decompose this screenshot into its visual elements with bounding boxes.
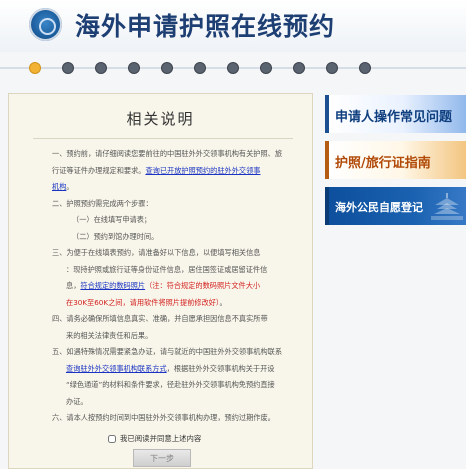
notice-text: “绿色通道”的材料和条件要求，径赴驻外外交领事机构免预约直接 — [66, 380, 275, 389]
notice-panel: 相关说明 一、预约前，请仔细阅读您要前往的中国驻外外交领事机构有关护照、旅 行证等… — [8, 93, 313, 469]
citizen-registration-button[interactable]: 海外公民自愿登记 — [325, 187, 466, 225]
notice-item: 一、预约前，请仔细阅读您要前往的中国驻外外交领事机构有关护照、旅 行证等证件办理规… — [52, 146, 302, 196]
agree-checkbox-row[interactable]: 我已阅读并同意上述内容 — [108, 433, 201, 444]
notice-text: 。 — [66, 182, 74, 191]
notice-text: 五、如遇特殊情况需要紧急办证，请与就近的中国驻外外交领事机构联系 — [52, 347, 283, 356]
step-dot-6 — [194, 62, 206, 74]
notice-link[interactable]: 查询已开放护照预约的驻外外交领事 — [145, 166, 260, 175]
notice-item: 四、请务必确保所填信息真实、准确，并自愿承担因信息不真实所带来的相关法律责任和后… — [52, 311, 302, 344]
step-dot-3 — [95, 62, 107, 74]
notice-title: 相关说明 — [126, 110, 195, 128]
step-dot-11 — [359, 62, 371, 74]
notice-link[interactable]: 符合规定的数码照片 — [80, 281, 145, 290]
title-divider — [33, 138, 293, 139]
notice-item: 六、请本人按预约时间到中国驻外外交领事机构办理，预约过期作废。 — [52, 410, 302, 427]
notice-link[interactable]: 机构 — [52, 182, 66, 191]
notice-line: 办证。 — [52, 394, 302, 411]
notice-item: 二、护照预约需完成两个步骤： （一）在线填写申请表； （二）预约到馆办理时间。 — [52, 196, 302, 246]
step-dot-5 — [161, 62, 173, 74]
notice-line: （一）在线填写申请表； — [52, 212, 302, 229]
notice-warning-text: （注：符合规定的数码照片文件大小 — [145, 281, 261, 290]
notice-text: 。 — [219, 297, 227, 307]
notice-line: 四、请务必确保所填信息真实、准确，并自愿承担因信息不真实所带 — [52, 311, 302, 328]
faq-button[interactable]: 申请人操作常见问题 — [325, 95, 466, 133]
notice-line: 一、预约前，请仔细阅读您要前往的中国驻外外交领事机构有关护照、旅 — [52, 146, 302, 163]
notice-warning-text: 在30K至60K之间，请用软件将照片提前修改好） — [66, 297, 220, 307]
step-dot-4 — [128, 62, 140, 74]
temple-of-heaven-icon — [431, 193, 463, 220]
notice-text: ：现持护照或旅行证等身份证件信息，居住国签证或居留证件信 — [66, 264, 268, 274]
notice-text: ，根据驻外外交领事机构关于开设 — [166, 363, 275, 373]
step-dot-7 — [227, 62, 239, 74]
notice-text: 一、预约前，请仔细阅读您要前往的中国驻外外交领事机构有关护照、旅 — [52, 149, 283, 158]
step-dot-10 — [326, 62, 338, 74]
notice-line: （二）预约到馆办理时间。 — [52, 229, 302, 246]
notice-text: （二）预约到馆办理时间。 — [72, 231, 159, 241]
notice-text: 来的相关法律责任和后果。 — [66, 330, 153, 340]
notice-link[interactable]: 查询驻外外交领事机构联系方式 — [66, 364, 167, 373]
notice-text: 息， — [66, 281, 81, 290]
notice-line: 息，符合规定的数码照片（注：符合规定的数码照片文件大小 — [52, 278, 302, 295]
notice-text: 办证。 — [66, 396, 88, 406]
step-dot-8 — [260, 62, 272, 74]
notice-text: 二、护照预约需完成两个步骤： — [52, 198, 153, 208]
notice-line: 五、如遇特殊情况需要紧急办证，请与就近的中国驻外外交领事机构联系 — [52, 344, 302, 361]
citizen-registration-button-label: 海外公民自愿登记 — [335, 201, 423, 214]
notice-line: 二、护照预约需完成两个步骤： — [52, 196, 302, 213]
step-dot-1 — [29, 62, 41, 74]
next-step-button[interactable]: 下一步 — [133, 449, 191, 467]
notice-line: 机构。 — [52, 179, 302, 196]
notice-text: 六、请本人按预约时间到中国驻外外交领事机构办理，预约过期作废。 — [52, 413, 275, 422]
step-progress — [0, 56, 466, 80]
notice-line: 来的相关法律责任和后果。 — [52, 328, 302, 345]
notice-line: 在30K至60K之间，请用软件将照片提前修改好）。 — [52, 295, 302, 312]
passport-guide-button-label: 护照/旅行证指南 — [335, 156, 431, 171]
agree-checkbox[interactable] — [108, 435, 116, 443]
notice-line: 行证等证件办理规定和要求。查询已开放护照预约的驻外外交领事 — [52, 163, 302, 180]
notice-text: 三、为便于在线填表预约，请准备好以下信息，以便填写相关信息 — [52, 248, 261, 257]
notice-text: （一）在线填写申请表； — [72, 215, 152, 224]
notice-text: 四、请务必确保所填信息真实、准确，并自愿承担因信息不真实所带 — [52, 314, 268, 323]
notice-line: 三、为便于在线填表预约，请准备好以下信息，以便填写相关信息 — [52, 245, 302, 262]
notice-line: 六、请本人按预约时间到中国驻外外交领事机构办理，预约过期作废。 — [52, 410, 302, 427]
agree-label: 我已阅读并同意上述内容 — [120, 434, 202, 443]
notice-item: 三、为便于在线填表预约，请准备好以下信息，以便填写相关信息 ：现持护照或旅行证等身… — [52, 245, 302, 311]
site-title: 海外申请护照在线预约 — [75, 12, 336, 41]
step-dot-9 — [293, 62, 305, 74]
notice-line: ：现持护照或旅行证等身份证件信息，居住国签证或居留证件信 — [52, 262, 302, 279]
site-header: 海外申请护照在线预约 — [0, 0, 466, 52]
step-dot-2 — [62, 62, 74, 74]
notice-line: 查询驻外外交领事机构联系方式，根据驻外外交领事机构关于开设 — [52, 361, 302, 378]
faq-button-label: 申请人操作常见问题 — [335, 110, 453, 125]
notice-content: 一、预约前，请仔细阅读您要前往的中国驻外外交领事机构有关护照、旅 行证等证件办理规… — [52, 146, 302, 427]
notice-item: 五、如遇特殊情况需要紧急办证，请与就近的中国驻外外交领事机构联系查询驻外外交领事… — [52, 344, 302, 410]
notice-text: 行证等证件办理规定和要求。 — [52, 165, 146, 175]
consular-emblem-logo — [29, 8, 62, 41]
notice-line: “绿色通道”的材料和条件要求，径赴驻外外交领事机构免预约直接 — [52, 377, 302, 394]
passport-guide-button[interactable]: 护照/旅行证指南 — [325, 141, 466, 179]
